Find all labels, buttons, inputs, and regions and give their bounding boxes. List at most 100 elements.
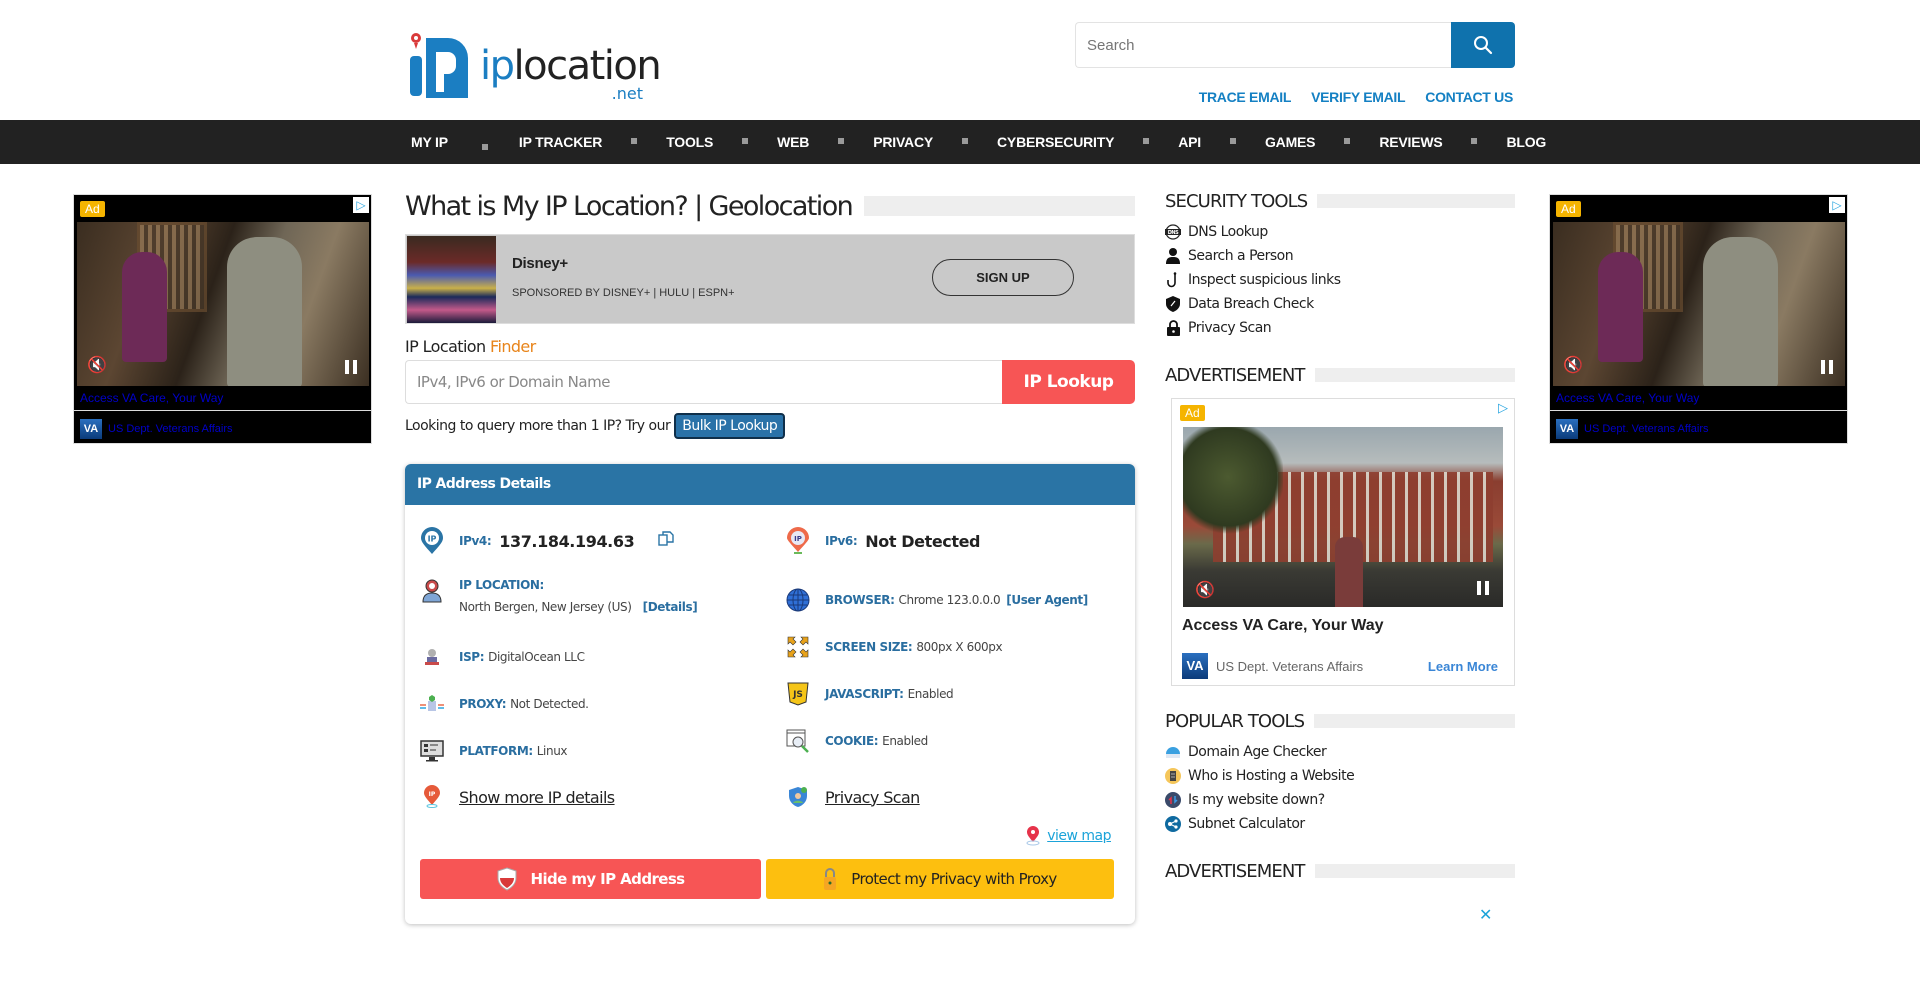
pause-icon[interactable] bbox=[1821, 360, 1833, 374]
nav-tools[interactable]: TOOLS bbox=[666, 134, 713, 150]
platform-label: PLATFORM: bbox=[459, 744, 533, 758]
pause-icon[interactable] bbox=[345, 360, 357, 374]
sidebar-ad[interactable]: Ad ▷ 🔇 Access VA Care, Your Way VA US De… bbox=[1171, 398, 1515, 686]
trace-email-link[interactable]: TRACE EMAIL bbox=[1199, 89, 1292, 105]
nav-web[interactable]: WEB bbox=[777, 134, 809, 150]
ad-title[interactable]: Access VA Care, Your Way bbox=[1182, 617, 1384, 635]
ip-details-heading: IP Address Details bbox=[405, 464, 1135, 505]
ip-pin-icon: IP bbox=[419, 527, 445, 554]
ad-title[interactable]: Access VA Care, Your Way bbox=[1556, 391, 1699, 405]
tool-website-down[interactable]: Is my website down? bbox=[1165, 788, 1515, 812]
tool-inspect-links[interactable]: Inspect suspicious links bbox=[1165, 268, 1515, 292]
site-logo[interactable]: iplocation .net bbox=[408, 32, 662, 104]
hide-my-ip-button[interactable]: Hide my IP Address bbox=[420, 859, 761, 899]
ip-lookup-input[interactable] bbox=[405, 360, 1002, 404]
nav-privacy[interactable]: PRIVACY bbox=[873, 134, 933, 150]
tool-dns-lookup[interactable]: DNS DNS Lookup bbox=[1165, 220, 1515, 244]
heading-decoration bbox=[1314, 714, 1515, 728]
isp-label: ISP: bbox=[459, 650, 485, 664]
ad-title[interactable]: Access VA Care, Your Way bbox=[80, 391, 223, 405]
security-tools-heading: SECURITY TOOLS bbox=[1165, 188, 1515, 214]
cookie-row: COOKIE: Enabled bbox=[785, 728, 928, 754]
va-logo-icon: VA bbox=[1556, 419, 1578, 439]
bulk-ip-lookup-button[interactable]: Bulk IP Lookup bbox=[674, 413, 786, 439]
nav-blog[interactable]: BLOG bbox=[1506, 134, 1546, 150]
svg-text:IP: IP bbox=[794, 535, 802, 543]
sponsored-ad[interactable]: Disney+ SPONSORED BY DISNEY+ | HULU | ES… bbox=[405, 234, 1135, 324]
nav-games[interactable]: GAMES bbox=[1265, 134, 1316, 150]
ip-details-card: IP Address Details IP IPv4: 137.184.194.… bbox=[405, 464, 1135, 924]
user-agent-link[interactable]: [User Agent] bbox=[1006, 593, 1088, 607]
svg-text:DNS: DNS bbox=[1168, 230, 1179, 236]
adchoices-icon[interactable]: ▷ bbox=[1498, 401, 1508, 416]
ad-thumbnail[interactable] bbox=[407, 236, 496, 323]
ad-video[interactable]: 🔇 bbox=[1183, 427, 1503, 607]
mute-icon[interactable]: 🔇 bbox=[1563, 355, 1583, 374]
ipv6-pin-icon: IP bbox=[785, 527, 811, 554]
tool-hosting-checker[interactable]: Who is Hosting a Website bbox=[1165, 764, 1515, 788]
nav-ip-tracker[interactable]: IP TRACKER bbox=[519, 134, 603, 150]
cookie-inspect-icon bbox=[785, 728, 811, 754]
nav-cybersecurity[interactable]: CYBERSECURITY bbox=[997, 134, 1114, 150]
location-details-link[interactable]: [Details] bbox=[643, 600, 698, 614]
ad-video[interactable]: 🔇 bbox=[77, 222, 369, 386]
nav-separator bbox=[962, 138, 969, 144]
privacy-scan-row: Privacy Scan bbox=[785, 784, 920, 810]
pause-icon[interactable] bbox=[1477, 581, 1489, 595]
ipv4-value: 137.184.194.63 bbox=[499, 531, 635, 551]
tool-subnet-calculator[interactable]: Subnet Calculator bbox=[1165, 812, 1515, 836]
shield-icon bbox=[497, 867, 517, 891]
verify-email-link[interactable]: VERIFY EMAIL bbox=[1311, 89, 1405, 105]
domain-age-icon bbox=[1165, 744, 1181, 760]
search-input[interactable] bbox=[1075, 22, 1451, 68]
sign-up-button[interactable]: SIGN UP bbox=[932, 259, 1074, 296]
proxy-label: PROXY: bbox=[459, 697, 507, 711]
close-ad-icon[interactable]: ✕ bbox=[1479, 905, 1492, 924]
contact-us-link[interactable]: CONTACT US bbox=[1425, 89, 1513, 105]
view-map-link[interactable]: view map bbox=[1025, 826, 1111, 846]
screen-size-row: SCREEN SIZE: 800px X 600px bbox=[785, 634, 1003, 660]
proxy-icon bbox=[419, 691, 445, 717]
nav-api[interactable]: API bbox=[1178, 134, 1201, 150]
nav-separator bbox=[838, 138, 845, 144]
expand-arrows-icon bbox=[785, 634, 811, 660]
divider bbox=[74, 410, 371, 411]
right-sidebar: SECURITY TOOLS DNS DNS Lookup Search a P… bbox=[1165, 188, 1515, 884]
ip-lookup-button[interactable]: IP Lookup bbox=[1002, 360, 1135, 404]
ipv4-label: IPv4: bbox=[459, 534, 492, 548]
nav-separator bbox=[742, 138, 749, 144]
show-more-ip-details-link[interactable]: Show more IP details bbox=[459, 788, 615, 807]
mute-icon[interactable]: 🔇 bbox=[87, 355, 107, 374]
mute-icon[interactable]: 🔇 bbox=[1195, 580, 1215, 599]
tool-search-person[interactable]: Search a Person bbox=[1165, 244, 1515, 268]
logo-tld: .net bbox=[611, 84, 643, 103]
finder-label: IP Location Finder bbox=[405, 337, 536, 356]
tool-privacy-scan[interactable]: Privacy Scan bbox=[1165, 316, 1515, 340]
va-logo-icon: VA bbox=[1182, 653, 1208, 679]
right-side-ad[interactable]: Ad ▷ 🔇 Access VA Care, Your Way VA US De… bbox=[1549, 194, 1848, 444]
copy-icon[interactable] bbox=[658, 531, 675, 551]
nav-reviews[interactable]: REVIEWS bbox=[1379, 134, 1442, 150]
adchoices-icon[interactable]: ▷ bbox=[1829, 197, 1845, 213]
tool-domain-age-checker[interactable]: Domain Age Checker bbox=[1165, 740, 1515, 764]
divider bbox=[1550, 410, 1847, 411]
security-tools-list: DNS DNS Lookup Search a Person Inspect s… bbox=[1165, 220, 1515, 340]
ad-video[interactable]: 🔇 bbox=[1553, 222, 1845, 386]
va-logo-icon: VA bbox=[80, 419, 102, 439]
isp-icon bbox=[419, 644, 445, 670]
map-pin-icon bbox=[1026, 826, 1040, 846]
ipv6-row: IP IPv6: Not Detected bbox=[785, 527, 981, 554]
cookie-value: Enabled bbox=[882, 734, 928, 748]
ad-sponsor[interactable]: US Dept. Veterans Affairs bbox=[108, 423, 233, 435]
ad-badge: Ad bbox=[1556, 201, 1581, 217]
nav-my-ip[interactable]: MY IP bbox=[411, 134, 448, 150]
adchoices-icon[interactable]: ▷ bbox=[353, 197, 369, 213]
learn-more-link[interactable]: Learn More bbox=[1428, 659, 1498, 674]
protect-privacy-proxy-button[interactable]: Protect my Privacy with Proxy bbox=[766, 859, 1114, 899]
privacy-scan-link[interactable]: Privacy Scan bbox=[825, 788, 920, 807]
search-button[interactable] bbox=[1451, 22, 1515, 68]
tool-data-breach[interactable]: Data Breach Check bbox=[1165, 292, 1515, 316]
ad-sponsor[interactable]: US Dept. Veterans Affairs bbox=[1584, 423, 1709, 435]
screen-size-label: SCREEN SIZE: bbox=[825, 640, 913, 654]
left-side-ad[interactable]: Ad ▷ 🔇 Access VA Care, Your Way VA US De… bbox=[73, 194, 372, 444]
